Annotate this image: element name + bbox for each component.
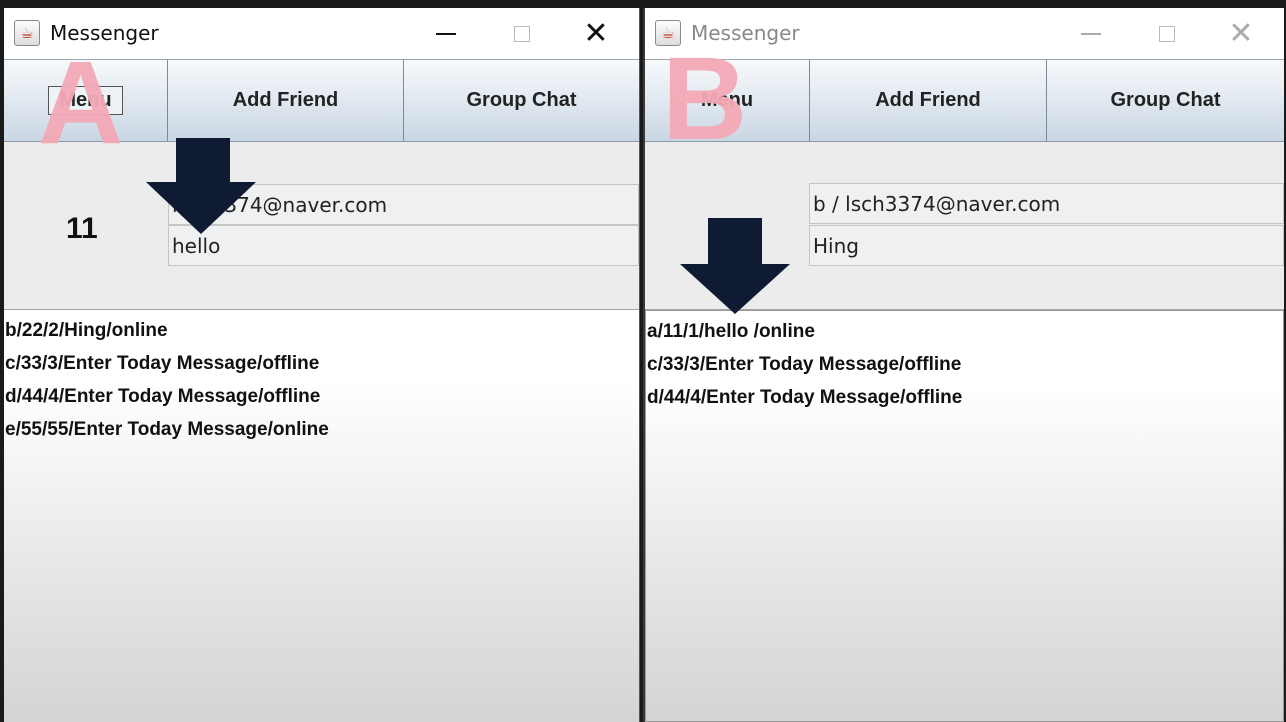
- group-chat-button[interactable]: Group Chat: [404, 60, 639, 141]
- close-button[interactable]: ✕: [573, 14, 619, 54]
- maximize-icon: [514, 26, 530, 42]
- group-chat-button[interactable]: Group Chat: [1047, 60, 1284, 141]
- messenger-window-b: ☕ Messenger ✕ Menu Add Friend Group Chat…: [643, 8, 1284, 722]
- maximize-button[interactable]: [1144, 14, 1190, 54]
- minimize-button[interactable]: [1068, 14, 1114, 54]
- java-cup-icon: ☕: [14, 20, 40, 46]
- title-bar[interactable]: ☕ Messenger ✕: [645, 8, 1284, 59]
- close-icon: ✕: [583, 17, 609, 50]
- friend-list-item[interactable]: c/33/3/Enter Today Message/offline: [647, 348, 1283, 381]
- profile-email-field: lsch3374@naver.com: [168, 184, 639, 225]
- friend-list-item[interactable]: b/22/2/Hing/online: [5, 314, 639, 347]
- add-friend-button[interactable]: Add Friend: [168, 60, 404, 141]
- messenger-window-a: ☕ Messenger ✕ Menu Add Friend Group Chat…: [4, 8, 640, 722]
- maximize-icon: [1159, 26, 1175, 42]
- profile-panel: 22 b / lsch3374@naver.com Hing: [645, 142, 1284, 310]
- profile-status-message-field: hello: [168, 225, 639, 266]
- profile-panel: 11 lsch3374@naver.com hello: [4, 142, 639, 310]
- minimize-icon: [436, 33, 456, 35]
- profile-number: 22: [707, 214, 741, 247]
- window-title: Messenger: [50, 21, 159, 45]
- profile-number: 11: [66, 212, 98, 245]
- window-title: Messenger: [691, 21, 800, 45]
- minimize-button[interactable]: [423, 14, 469, 54]
- friend-list: a/11/1/hello /online c/33/3/Enter Today …: [645, 310, 1284, 722]
- menu-button[interactable]: Menu: [645, 60, 810, 141]
- friend-list-item[interactable]: e/55/55/Enter Today Message/online: [5, 413, 639, 446]
- close-icon: ✕: [1228, 17, 1254, 50]
- menu-button-label: Menu: [48, 86, 123, 115]
- friend-list-item[interactable]: d/44/4/Enter Today Message/offline: [647, 381, 1283, 414]
- friend-list-item[interactable]: a/11/1/hello /online: [647, 315, 1283, 348]
- java-cup-icon: ☕: [655, 20, 681, 46]
- friend-list: b/22/2/Hing/online c/33/3/Enter Today Me…: [4, 310, 639, 722]
- add-friend-button[interactable]: Add Friend: [810, 60, 1047, 141]
- profile-status-message-field: Hing: [809, 225, 1284, 266]
- toolbar: Menu Add Friend Group Chat: [645, 59, 1284, 142]
- friend-list-item[interactable]: d/44/4/Enter Today Message/offline: [5, 380, 639, 413]
- maximize-button[interactable]: [499, 14, 545, 54]
- close-button[interactable]: ✕: [1218, 14, 1264, 54]
- title-bar[interactable]: ☕ Messenger ✕: [4, 8, 639, 59]
- profile-email-field: b / lsch3374@naver.com: [809, 183, 1284, 224]
- menu-button[interactable]: Menu: [4, 60, 168, 141]
- friend-list-item[interactable]: c/33/3/Enter Today Message/offline: [5, 347, 639, 380]
- toolbar: Menu Add Friend Group Chat: [4, 59, 639, 142]
- minimize-icon: [1081, 33, 1101, 35]
